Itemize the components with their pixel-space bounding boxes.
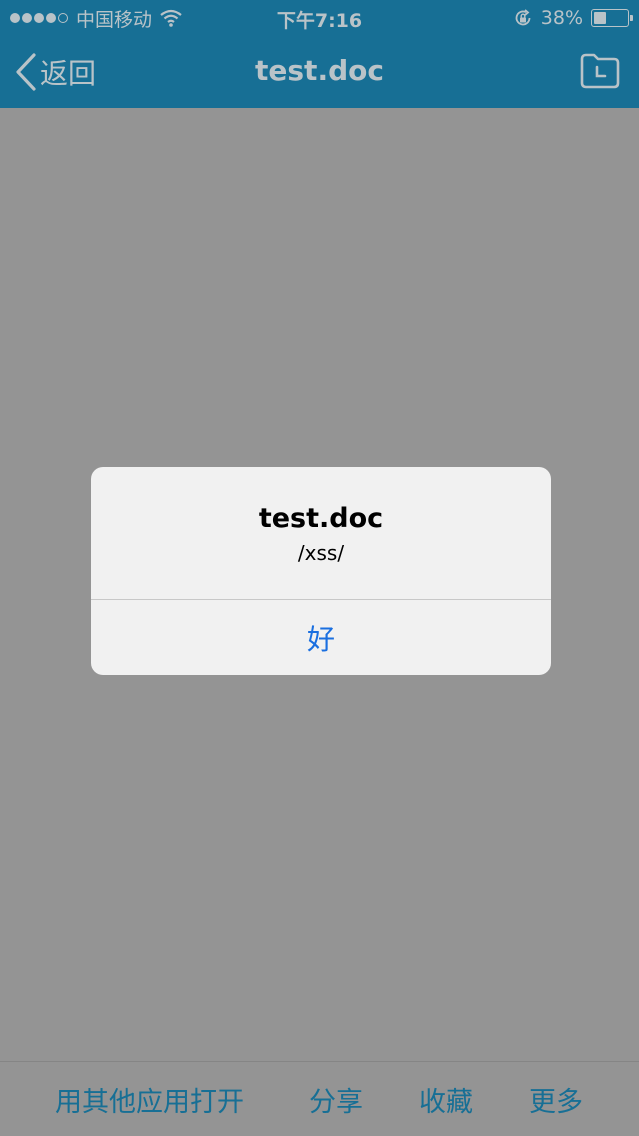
status-right: 38% <box>513 6 633 30</box>
share-button[interactable]: 分享 <box>309 1080 363 1119</box>
page-title: test.doc <box>255 54 384 87</box>
open-with-button[interactable]: 用其他应用打开 <box>55 1080 244 1119</box>
bottom-toolbar: 用其他应用打开 分享 收藏 更多 <box>0 1061 639 1136</box>
battery-percent: 38% <box>540 7 583 29</box>
alert-title: test.doc <box>258 503 384 534</box>
nav-bar: 返回 test.doc <box>0 36 639 108</box>
orientation-lock-icon <box>513 8 533 28</box>
battery-tip <box>630 15 633 21</box>
header: 中国移动 下午7:16 38% 返回 test.doc <box>0 0 639 108</box>
alert-message: /xss/ <box>297 541 345 565</box>
battery-icon <box>591 9 633 27</box>
folder-clock-icon <box>580 53 620 89</box>
ok-button[interactable]: 好 <box>91 600 551 675</box>
more-button[interactable]: 更多 <box>529 1080 583 1119</box>
folder-clock-button[interactable] <box>579 52 621 90</box>
favorite-button[interactable]: 收藏 <box>419 1080 473 1119</box>
screen: 中国移动 下午7:16 38% 返回 test.doc test.doc /xs… <box>0 0 639 1136</box>
status-bar: 中国移动 下午7:16 38% <box>0 0 639 36</box>
battery-fill <box>594 12 606 24</box>
alert-dialog: test.doc /xss/ 好 <box>91 467 551 675</box>
